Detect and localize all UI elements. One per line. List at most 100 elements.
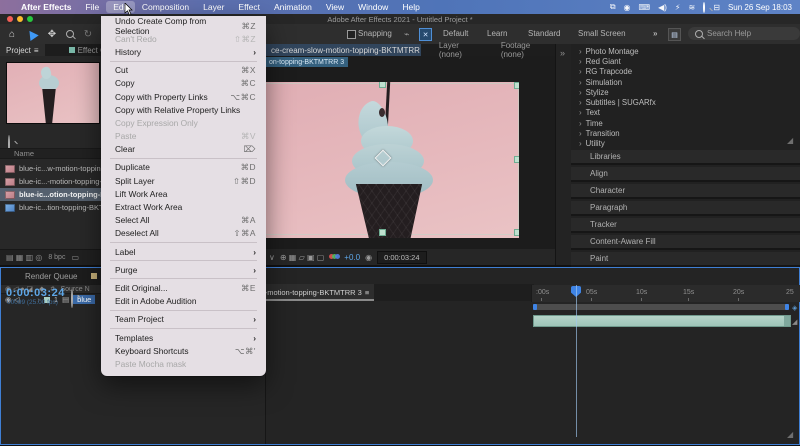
rotate-tool-icon[interactable]: ↻: [80, 27, 96, 41]
menubar-item-file[interactable]: File: [79, 2, 107, 12]
selection-handle[interactable]: [514, 229, 519, 236]
control-center-icon[interactable]: ⊟: [713, 3, 720, 12]
resize-grip-icon[interactable]: ◢: [787, 430, 793, 439]
effects-category-row[interactable]: ›Transition: [571, 128, 800, 138]
panel-header-character[interactable]: Character: [571, 184, 800, 199]
notification-app-icon[interactable]: ◉: [624, 3, 631, 12]
workspace-tab-small-screen[interactable]: Small Screen: [578, 29, 626, 38]
pan-grip-icon[interactable]: ◢: [792, 318, 797, 326]
menubar-item-layer[interactable]: Layer: [196, 2, 231, 12]
snap-features-icon[interactable]: ⌁: [404, 29, 409, 40]
spotlight-icon[interactable]: [703, 3, 705, 12]
view-option-icons[interactable]: ⊕ ▦ ▱ ▣ ▢: [280, 253, 324, 262]
workspace-tab-learn[interactable]: Learn: [487, 29, 507, 38]
layer-duration-bar[interactable]: [533, 315, 791, 327]
work-area-track[interactable]: [531, 303, 799, 311]
menu-item-cut[interactable]: Cut⌘X: [101, 64, 266, 77]
menubar-item-animation[interactable]: Animation: [267, 2, 319, 12]
current-timecode[interactable]: 0:00:03:24: [6, 287, 65, 299]
menu-item-lift-work-area[interactable]: Lift Work Area: [101, 187, 266, 200]
panel-header-tracker[interactable]: Tracker: [571, 218, 800, 233]
work-area-marker-icon[interactable]: ◈: [792, 304, 797, 312]
menu-item-keyboard-shortcuts[interactable]: Keyboard Shortcuts⌥⌘': [101, 344, 266, 357]
menu-item-undo[interactable]: Undo Create Comp from Selection⌘Z: [101, 19, 266, 32]
workspace-bar-icon[interactable]: ▤: [668, 28, 681, 41]
menubar-item-composition[interactable]: Composition: [135, 2, 196, 12]
effects-category-row[interactable]: ›Time: [571, 118, 800, 128]
hand-tool-icon[interactable]: ✥: [44, 27, 60, 41]
expand-panels-icon[interactable]: »: [560, 48, 565, 58]
selection-handle[interactable]: [379, 82, 386, 88]
effects-category-row[interactable]: ›Text: [571, 108, 800, 118]
menu-item-copy-relative-property-links[interactable]: Copy with Relative Property Links: [101, 103, 266, 116]
screen-mirroring-icon[interactable]: ⧉: [610, 2, 616, 12]
selection-handle[interactable]: [514, 156, 519, 163]
effects-category-row[interactable]: ›Utility: [571, 139, 800, 149]
menu-item-edit-original[interactable]: Edit Original...⌘E: [101, 281, 266, 294]
preview-timecode[interactable]: 0:00:03:24: [377, 251, 426, 264]
tab-layer[interactable]: Layer (none): [433, 44, 485, 56]
effects-category-row[interactable]: ›RG Trapcode: [571, 67, 800, 77]
tab-footage[interactable]: Footage (none): [495, 44, 555, 56]
menu-item-templates[interactable]: Templates›: [101, 331, 266, 344]
menubar-item-view[interactable]: View: [319, 2, 351, 12]
snap-mode-icon[interactable]: ✕: [419, 28, 432, 41]
menu-item-label[interactable]: Label›: [101, 245, 266, 258]
home-tool-icon[interactable]: ⌂: [4, 27, 20, 41]
panel-menu-icon[interactable]: ≡: [365, 288, 369, 297]
wifi-icon[interactable]: ≋: [689, 3, 696, 12]
layer-name[interactable]: blue: [73, 295, 95, 304]
timeline-search-icon[interactable]: [71, 290, 73, 308]
snapshot-camera-icon[interactable]: ◉: [365, 253, 372, 262]
menu-item-deselect-all[interactable]: Deselect All⇧⌘A: [101, 227, 266, 240]
menu-item-team-project[interactable]: Team Project›: [101, 313, 266, 326]
menu-item-duplicate[interactable]: Duplicate⌘D: [101, 161, 266, 174]
project-footer-icons[interactable]: ▤ ▦ ▥ ◎: [6, 253, 42, 262]
effects-category-row[interactable]: ›Photo Montage: [571, 46, 800, 56]
menu-item-split-layer[interactable]: Split Layer⇧⌘D: [101, 174, 266, 187]
bit-depth-label[interactable]: 8 bpc: [48, 254, 65, 261]
tab-project[interactable]: Project ≡: [0, 44, 45, 56]
composition-view[interactable]: [265, 82, 519, 238]
workspace-tab-default[interactable]: Default: [443, 29, 468, 38]
tab-composition[interactable]: ce-cream-slow-motion-topping-BKTMTRR 3 ≡: [265, 44, 421, 56]
search-help-input[interactable]: Search Help: [688, 27, 800, 40]
effects-category-row[interactable]: ›Simulation: [571, 77, 800, 87]
menu-item-clear[interactable]: Clear⌦: [101, 143, 266, 156]
keyboard-icon[interactable]: ⌨: [639, 3, 651, 12]
workspace-overflow-icon[interactable]: »: [653, 29, 657, 38]
work-area-bar[interactable]: [533, 304, 789, 310]
exposure-value[interactable]: +0.0: [344, 253, 360, 262]
menu-item-edit-in-adobe-audition[interactable]: Edit in Adobe Audition: [101, 295, 266, 308]
menubar-item-app[interactable]: After Effects: [14, 2, 79, 12]
rgb-channels-icon[interactable]: [329, 253, 339, 261]
panel-header-content-aware-fill[interactable]: Content-Aware Fill: [571, 235, 800, 250]
panel-header-align[interactable]: Align: [571, 167, 800, 182]
menu-item-copy-property-links[interactable]: Copy with Property Links⌥⌘C: [101, 90, 266, 103]
layer-bar-out-handle[interactable]: [784, 316, 790, 326]
tab-render-queue[interactable]: Render Queue: [1, 272, 77, 281]
menu-item-select-all[interactable]: Select All⌘A: [101, 214, 266, 227]
menu-item-copy[interactable]: Copy⌘C: [101, 77, 266, 90]
panel-header-paragraph[interactable]: Paragraph: [571, 201, 800, 216]
panel-header-paint[interactable]: Paint: [571, 252, 800, 267]
panel-header-libraries[interactable]: Libraries: [571, 150, 800, 165]
trash-icon[interactable]: ▭: [71, 253, 79, 262]
effects-category-row[interactable]: ›Subtitles | SUGARfx: [571, 97, 800, 107]
menubar-item-help[interactable]: Help: [395, 2, 426, 12]
volume-icon[interactable]: ◀): [658, 3, 667, 12]
work-area-start-handle[interactable]: [533, 304, 537, 310]
resize-grip-icon[interactable]: ◢: [787, 136, 793, 145]
comp-mini-flowchart-label[interactable]: on-topping-BKTMTRR 3: [265, 57, 348, 67]
view-magnification-dropdown[interactable]: ∨: [269, 253, 275, 262]
menubar-item-effect[interactable]: Effect: [231, 2, 267, 12]
effects-category-row[interactable]: ›Stylize: [571, 87, 800, 97]
snapping-checkbox[interactable]: [347, 30, 356, 39]
workspace-tab-standard[interactable]: Standard: [528, 29, 560, 38]
panel-menu-icon[interactable]: ≡: [34, 46, 39, 55]
selection-handle[interactable]: [514, 82, 519, 89]
menubar-item-window[interactable]: Window: [351, 2, 395, 12]
selection-tool-icon[interactable]: [24, 27, 40, 41]
zoom-tool-icon[interactable]: [62, 27, 78, 41]
selection-handle[interactable]: [379, 229, 386, 236]
